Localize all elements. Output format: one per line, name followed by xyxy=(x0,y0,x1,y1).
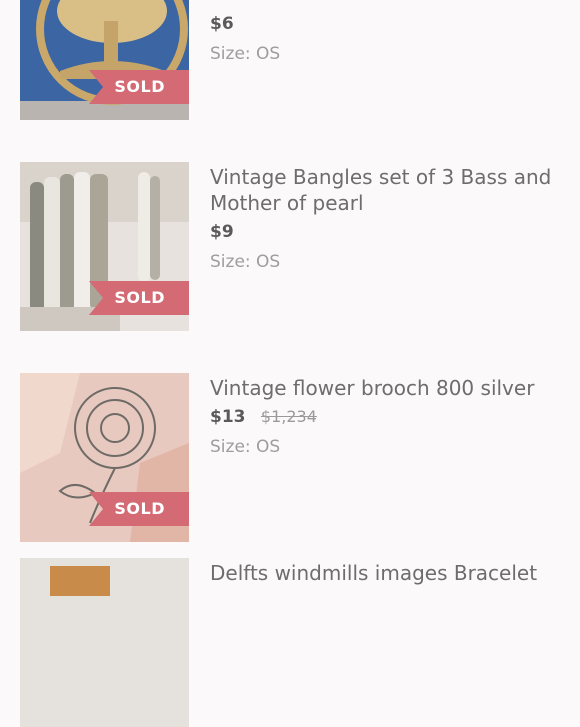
listing-image-tree-medallion[interactable]: SOLD xyxy=(20,0,189,120)
listing-image-flower-brooch[interactable]: SOLD xyxy=(20,373,189,542)
listing-title[interactable]: Vintage flower brooch 800 silver xyxy=(210,375,560,401)
listing-feed: SOLD $6 Size: OS SOLD Vintage Bangles se… xyxy=(0,0,580,727)
listing-title[interactable]: Delfts windmills images Bracelet xyxy=(210,560,560,586)
listing-size: Size: OS xyxy=(210,437,281,457)
sold-badge: SOLD xyxy=(89,281,189,315)
listing-price: $13 xyxy=(210,407,246,427)
listing-original-price: $1,234 xyxy=(260,407,317,426)
listing-price: $9 xyxy=(210,222,234,242)
listing-image-bangles[interactable]: SOLD xyxy=(20,162,189,331)
listing-size: Size: OS xyxy=(210,44,281,64)
listing-size: Size: OS xyxy=(210,252,281,272)
listing-title[interactable]: Vintage Bangles set of 3 Bass and Mother… xyxy=(210,164,560,216)
sold-badge: SOLD xyxy=(89,70,189,104)
sold-badge: SOLD xyxy=(89,492,189,526)
delfts-bracelet-image xyxy=(20,558,189,727)
listing-price: $6 xyxy=(210,14,234,34)
listing-image-delfts-bracelet[interactable] xyxy=(20,558,189,727)
